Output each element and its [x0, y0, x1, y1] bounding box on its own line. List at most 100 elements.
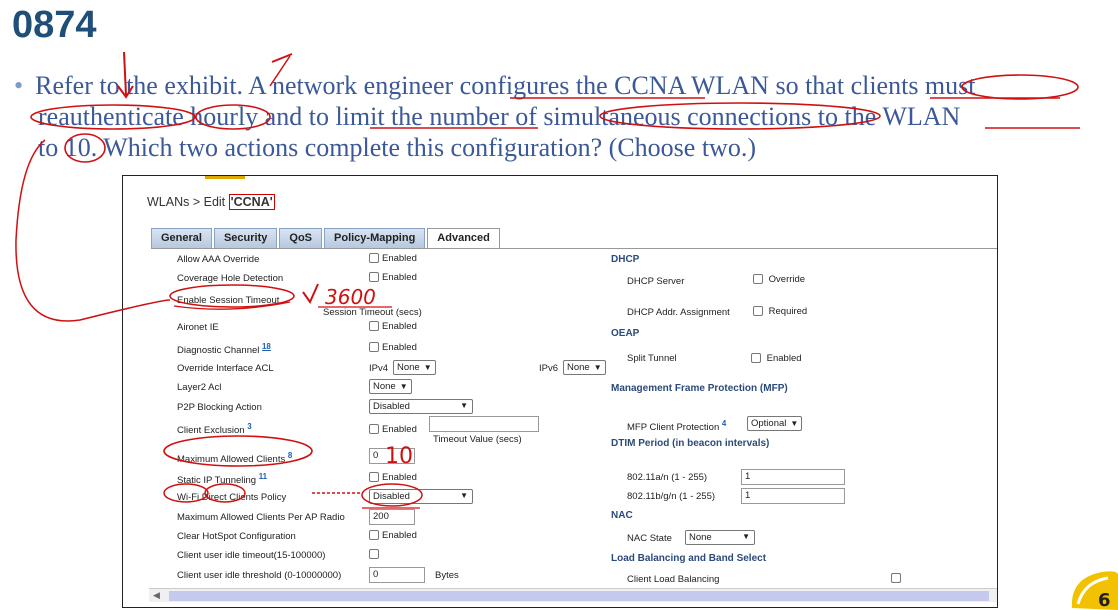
- tab-advanced[interactable]: Advanced: [427, 228, 500, 248]
- nac-state-label: NAC State: [627, 533, 672, 544]
- chevron-down-icon: ▼: [790, 419, 799, 428]
- dhcp-required-cb-label: Required: [768, 306, 808, 317]
- client-exclusion-checkbox[interactable]: [369, 424, 379, 435]
- question-line-2: reauthenticate hourly and to limit the n…: [38, 102, 961, 131]
- aironet-ie-label: Aironet IE: [177, 322, 219, 333]
- split-tunnel-label: Split Tunnel: [627, 353, 677, 364]
- wifi-direct-select[interactable]: Disabled ▼: [369, 489, 473, 504]
- dtim-b-label: 802.11b/g/n (1 - 255): [627, 491, 716, 502]
- mfp-client-value: Optional: [751, 418, 787, 429]
- aaa-override-cb-label: Enabled: [382, 253, 417, 264]
- static-ip-checkbox[interactable]: [369, 472, 379, 483]
- ipv6-acl-value: None: [567, 362, 590, 373]
- static-ip-cb-label: Enabled: [382, 472, 417, 483]
- chevron-down-icon: ▼: [460, 491, 468, 500]
- logo-number: 6: [1098, 590, 1111, 610]
- mfp-footnote[interactable]: 4: [722, 419, 726, 428]
- dtim-a-input[interactable]: 1: [741, 469, 845, 485]
- layer2-acl-label: Layer2 Acl: [177, 382, 222, 393]
- dhcp-override-checkbox[interactable]: [753, 274, 763, 285]
- exhibit-screenshot: WLANs > Edit 'CCNA' General Security QoS…: [122, 175, 998, 608]
- mfp-section-title: Management Frame Protection (MFP): [611, 383, 788, 394]
- bullet: •: [14, 71, 24, 100]
- diag-channel-footnote[interactable]: 18: [262, 342, 271, 351]
- idle-timeout-checkbox[interactable]: [369, 549, 379, 560]
- max-clients-label: Maximum Allowed Clients: [177, 454, 286, 466]
- hotspot-checkbox[interactable]: [369, 530, 379, 541]
- coverage-hole-cb-label: Enabled: [382, 272, 417, 283]
- idle-timeout-label: Client user idle timeout(15-100000): [177, 550, 326, 561]
- p2p-select[interactable]: Disabled ▼: [369, 399, 473, 414]
- oeap-section-title: OEAP: [611, 328, 640, 339]
- mfp-client-label: MFP Client Protection: [627, 422, 720, 434]
- scrollbar-thumb[interactable]: [169, 591, 989, 601]
- diag-channel-checkbox[interactable]: [369, 342, 379, 353]
- layer2-acl-value: None: [373, 381, 396, 392]
- tab-divider: [151, 248, 997, 249]
- ipv6-acl-select[interactable]: None ▼: [563, 360, 606, 375]
- dhcp-server-label: DHCP Server: [627, 276, 685, 287]
- client-exclusion-label: Client Exclusion: [177, 425, 245, 437]
- chevron-down-icon: ▼: [460, 401, 468, 410]
- tab-general[interactable]: General: [151, 228, 212, 248]
- session-timeout-sub: Session Timeout (secs): [323, 307, 422, 318]
- ipv6-label: IPv6: [539, 363, 559, 374]
- coverage-hole-checkbox[interactable]: [369, 272, 379, 283]
- hotspot-label: Clear HotSpot Configuration: [177, 531, 296, 542]
- ipv4-acl-select[interactable]: None ▼: [393, 360, 436, 375]
- idle-threshold-unit: Bytes: [435, 570, 459, 581]
- layer2-acl-select[interactable]: None ▼: [369, 379, 412, 394]
- tab-qos[interactable]: QoS: [279, 228, 323, 248]
- breadcrumb: WLANs > Edit: [147, 195, 226, 209]
- chevron-down-icon: ▼: [399, 382, 408, 391]
- static-ip-footnote[interactable]: 11: [259, 472, 267, 481]
- scroll-left-icon[interactable]: ◀: [153, 590, 160, 601]
- exclusion-timeout-sub: Timeout Value (secs): [433, 434, 522, 445]
- split-tunnel-checkbox[interactable]: [751, 353, 761, 364]
- aaa-override-checkbox[interactable]: [369, 253, 379, 264]
- diag-channel-cb-label: Enabled: [382, 342, 417, 353]
- client-lb-label: Client Load Balancing: [627, 574, 720, 585]
- max-clients-input[interactable]: 0: [369, 448, 415, 464]
- wifi-direct-value: Disabled: [373, 491, 410, 502]
- idle-threshold-input[interactable]: 0: [369, 567, 425, 583]
- ipv4-acl-value: None: [397, 362, 420, 373]
- nac-state-select[interactable]: None ▼: [685, 530, 755, 545]
- accent-bar: [205, 176, 245, 179]
- chevron-down-icon: ▼: [593, 363, 602, 372]
- dhcp-required-checkbox[interactable]: [753, 306, 763, 317]
- chevron-down-icon: ▼: [742, 532, 750, 541]
- max-per-radio-label: Maximum Allowed Clients Per AP Radio: [177, 512, 345, 523]
- slide-number: 0874: [12, 4, 97, 46]
- question-line-1: Refer to the exhibit. A network engineer…: [35, 71, 976, 100]
- dhcp-override-cb-label: Override: [768, 274, 806, 285]
- brand-logo: 6: [1071, 571, 1118, 610]
- dhcp-addr-label: DHCP Addr. Assignment: [627, 307, 730, 318]
- client-lb-checkbox[interactable]: [891, 573, 901, 584]
- exclusion-timeout-input[interactable]: [429, 416, 539, 432]
- question-text: • Refer to the exhibit. A network enginee…: [14, 70, 1109, 163]
- max-clients-footnote[interactable]: 8: [288, 451, 292, 460]
- mfp-client-select[interactable]: Optional ▼: [747, 416, 803, 431]
- aironet-ie-checkbox[interactable]: [369, 321, 379, 332]
- dtim-section-title: DTIM Period (in beacon intervals): [611, 438, 770, 449]
- aaa-override-label: Allow AAA Override: [177, 254, 260, 265]
- diag-channel-label: Diagnostic Channel: [177, 345, 260, 357]
- tab-bar: General Security QoS Policy-Mapping Adva…: [151, 228, 502, 248]
- override-acl-label: Override Interface ACL: [177, 363, 274, 374]
- lb-section-title: Load Balancing and Band Select: [611, 553, 767, 564]
- page-title: WLANs > Edit 'CCNA': [147, 194, 275, 210]
- split-tunnel-cb-label: Enabled: [766, 353, 802, 364]
- dhcp-section-title: DHCP: [611, 254, 640, 265]
- aironet-ie-cb-label: Enabled: [382, 321, 417, 332]
- idle-threshold-label: Client user idle threshold (0-10000000): [177, 570, 342, 581]
- chevron-down-icon: ▼: [423, 363, 432, 372]
- dtim-b-input[interactable]: 1: [741, 488, 845, 504]
- hotspot-cb-label: Enabled: [382, 530, 417, 541]
- wlan-name: 'CCNA': [228, 194, 275, 210]
- max-per-radio-input[interactable]: 200: [369, 509, 415, 525]
- horizontal-scrollbar[interactable]: ◀: [149, 588, 997, 602]
- tab-policy-mapping[interactable]: Policy-Mapping: [324, 228, 426, 248]
- tab-security[interactable]: Security: [213, 228, 278, 248]
- client-exclusion-footnote[interactable]: 3: [247, 422, 251, 431]
